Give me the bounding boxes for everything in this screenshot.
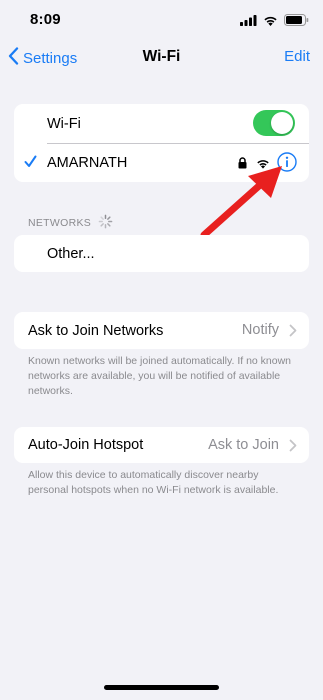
- ask-to-join-footer: Known networks will be joined automatica…: [28, 355, 292, 397]
- ask-to-join-value: Notify: [241, 322, 279, 338]
- page-title: Wi-Fi: [142, 48, 181, 65]
- auto-join-hotspot-footer: Allow this device to automatically disco…: [28, 469, 279, 496]
- wifi-status-icon: [263, 13, 278, 31]
- edit-button[interactable]: Edit: [284, 48, 310, 65]
- ask-to-join-label: Ask to Join Networks: [28, 322, 164, 339]
- networks-header-label: NETWORKS: [28, 217, 92, 229]
- chevron-right-icon: [289, 324, 297, 342]
- status-icons: [240, 13, 309, 31]
- status-time: 8:09: [30, 11, 61, 28]
- toggle-knob: [271, 112, 293, 134]
- auto-join-hotspot-value: Ask to Join: [208, 437, 279, 453]
- wifi-toggle-label: Wi-Fi: [47, 115, 81, 132]
- other-network-label: Other...: [47, 245, 95, 262]
- loading-spinner-icon: [98, 214, 113, 232]
- checkmark-icon: [24, 155, 37, 173]
- wifi-toggle[interactable]: [253, 110, 295, 136]
- auto-join-hotspot-label: Auto-Join Hotspot: [28, 437, 144, 453]
- connected-network-name: AMARNATH: [47, 154, 128, 171]
- cellular-signal-icon: [240, 13, 257, 31]
- home-indicator[interactable]: [104, 685, 219, 690]
- chevron-right-icon: [289, 439, 297, 457]
- auto-join-hotspot-row[interactable]: Auto-Join Hotspot Ask to Join: [14, 427, 309, 463]
- ask-to-join-row[interactable]: Ask to Join Networks Notify: [14, 312, 309, 349]
- networks-section-header: NETWORKS: [28, 214, 113, 232]
- battery-icon: [284, 13, 309, 31]
- wifi-toggle-row: Wi-Fi: [14, 104, 309, 143]
- other-network-row[interactable]: Other...: [14, 235, 309, 272]
